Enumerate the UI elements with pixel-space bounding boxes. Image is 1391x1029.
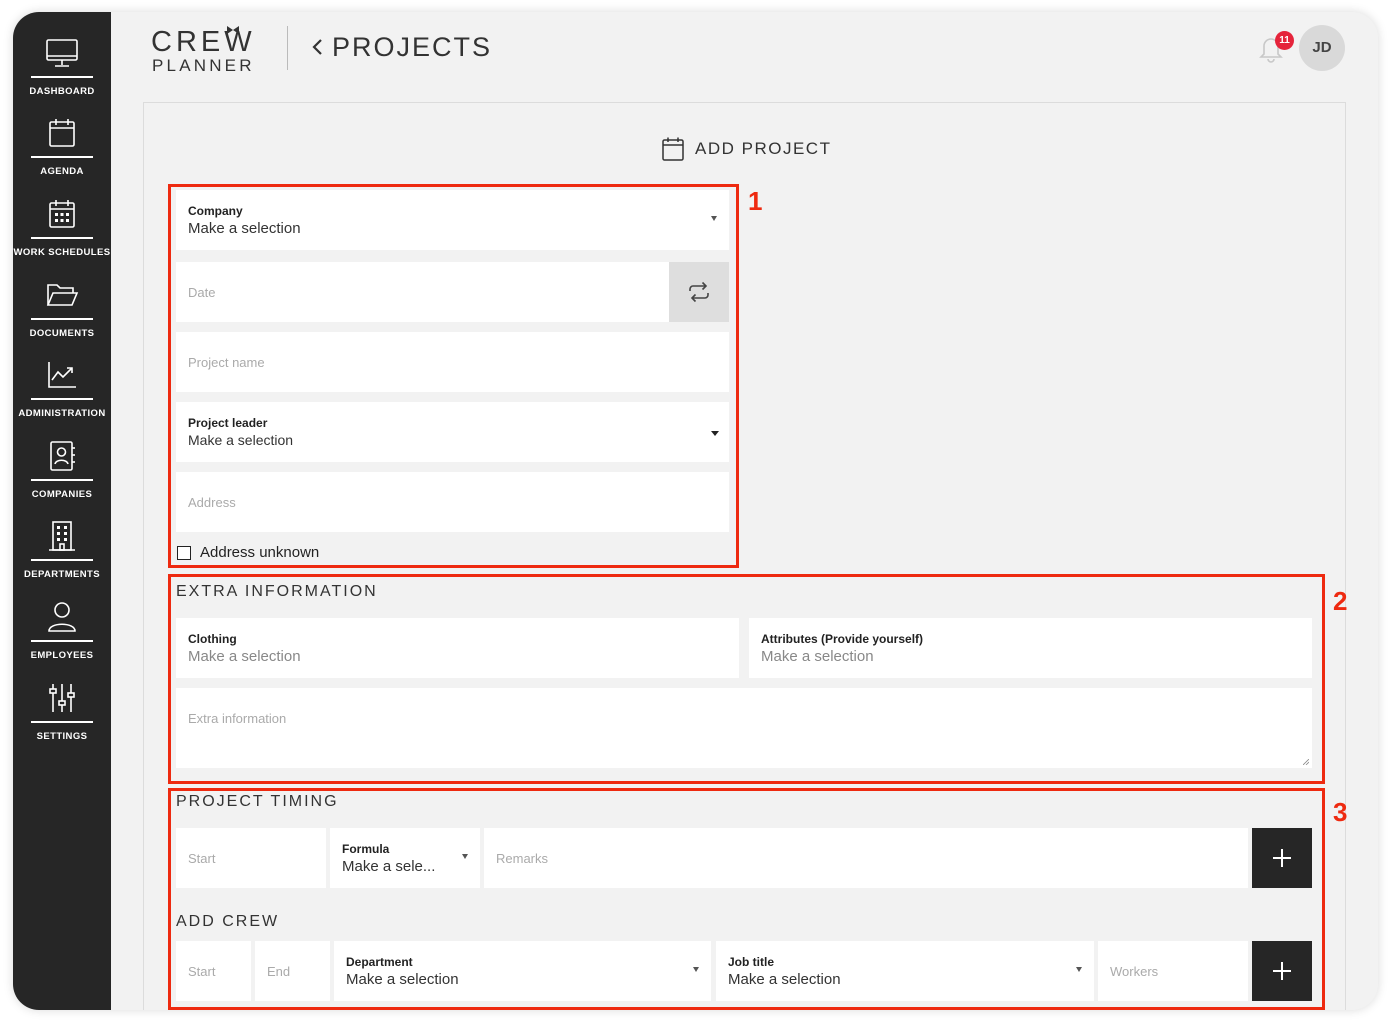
building-icon (45, 519, 79, 553)
annotation-box-1 (168, 184, 739, 568)
sidebar-item-label: ADMINISTRATION (18, 408, 106, 419)
annotation-label-1: 1 (748, 186, 763, 216)
sidebar-item-settings[interactable]: SETTINGS (13, 675, 111, 753)
sidebar-item-label: WORK SCHEDULES (13, 247, 111, 258)
page-title: PROJECTS (332, 32, 493, 62)
annotation-box-2 (168, 574, 1325, 784)
calendar-icon (45, 116, 79, 150)
monitor-icon (45, 36, 79, 70)
chart-icon (45, 358, 79, 392)
annotation-label-3: 3 (1333, 797, 1348, 827)
sidebar-item-departments[interactable]: DEPARTMENTS (13, 513, 111, 591)
card-title: ADD PROJECT (695, 139, 832, 158)
sidebar-item-label: EMPLOYEES (30, 650, 94, 661)
calendar-icon (662, 137, 684, 161)
sidebar-item-administration[interactable]: ADMINISTRATION (13, 352, 111, 430)
notification-badge: 11 (1275, 31, 1294, 50)
sidebar-item-label: DASHBOARD (29, 86, 95, 97)
sidebar-item-work-schedules[interactable]: WORK SCHEDULES (13, 191, 111, 269)
user-icon (45, 600, 79, 634)
sidebar-item-label: AGENDA (40, 166, 84, 177)
bow-tie-icon (227, 26, 239, 34)
crew-planner-logo[interactable]: CREW PLANNER (151, 26, 261, 75)
sidebar-item-label: SETTINGS (36, 731, 88, 742)
sidebar-item-label: DEPARTMENTS (23, 569, 100, 580)
sidebar-item-label: DOCUMENTS (29, 328, 95, 339)
header-divider (287, 26, 288, 70)
sidebar-item-dashboard[interactable]: DASHBOARD (13, 30, 111, 108)
folder-icon (45, 278, 79, 312)
sidebar-item-documents[interactable]: DOCUMENTS (13, 272, 111, 350)
annotation-box-3 (168, 788, 1325, 1010)
annotation-label-2: 2 (1333, 586, 1348, 616)
sidebar-item-agenda[interactable]: AGENDA (13, 110, 111, 188)
sliders-icon (45, 681, 79, 715)
sidebar: DASHBOARD AGENDA WORK SCHEDULES DOCUMENT… (13, 12, 111, 1010)
sidebar-item-companies[interactable]: COMPANIES (13, 433, 111, 511)
contact-book-icon (45, 439, 79, 473)
app-window: DASHBOARD AGENDA WORK SCHEDULES DOCUMENT… (13, 12, 1378, 1010)
schedule-calendar-icon (45, 197, 79, 231)
avatar[interactable]: JD (1299, 25, 1345, 71)
sidebar-item-label: COMPANIES (31, 489, 93, 500)
sidebar-item-employees[interactable]: EMPLOYEES (13, 594, 111, 672)
back-chevron-icon[interactable] (311, 36, 325, 58)
